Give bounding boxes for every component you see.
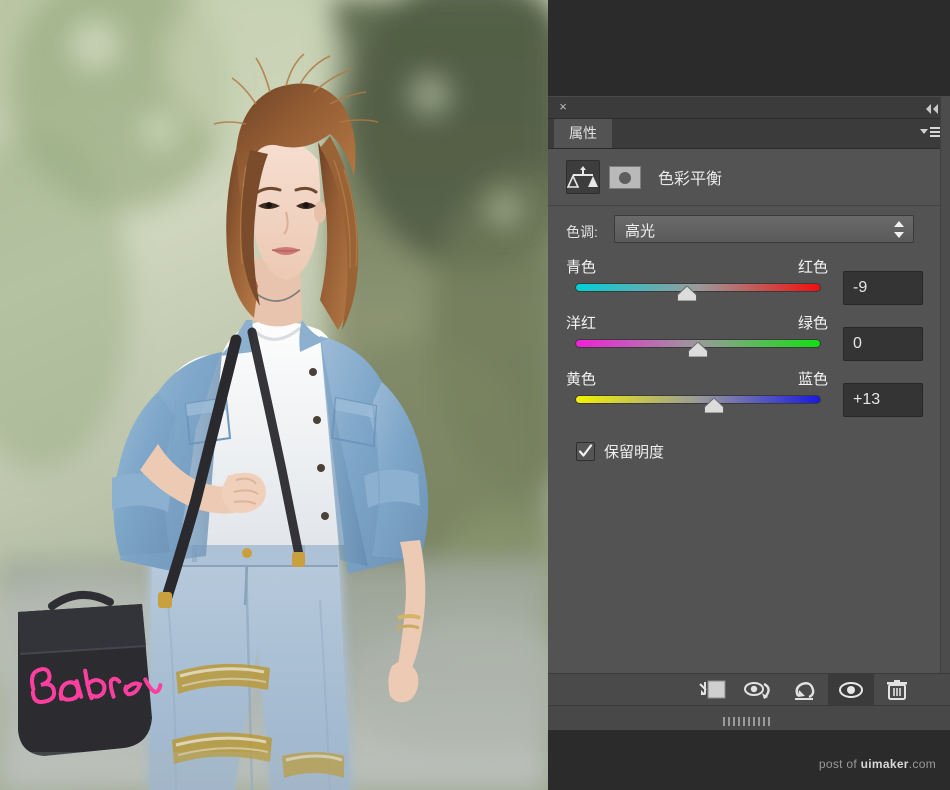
reset-icon[interactable]: [782, 674, 828, 706]
clip-to-layer-icon[interactable]: [690, 674, 736, 706]
slider-right-label: 红色: [797, 259, 828, 276]
close-icon[interactable]: ×: [556, 100, 570, 114]
collapse-panel-icon[interactable]: [923, 102, 941, 114]
layer-mask-thumbnail[interactable]: [609, 166, 641, 189]
slider-value-input[interactable]: +13: [843, 383, 923, 417]
tab-properties[interactable]: 属性: [554, 119, 612, 148]
properties-panel: × 属性 色彩平衡 色调: 高光 青色 红色 -9 洋红 绿色 0 黄色 蓝色 …: [548, 96, 950, 730]
tone-selected-value: 高光: [625, 223, 656, 240]
adjustment-title: 色彩平衡: [658, 171, 723, 188]
slider-right-label: 蓝色: [797, 371, 828, 388]
slider-track[interactable]: [575, 283, 821, 292]
preserve-luminosity-label[interactable]: 保留明度: [604, 441, 664, 462]
slider-left-label: 洋红: [566, 315, 597, 332]
panel-titlebar: ×: [548, 96, 950, 119]
balance-scale-icon[interactable]: [566, 160, 600, 194]
slider-value-input[interactable]: -9: [843, 271, 923, 305]
toggle-visibility-icon[interactable]: [828, 674, 874, 706]
watermark-prefix: post of: [818, 757, 861, 771]
stepper-arrows-icon[interactable]: [894, 221, 904, 238]
panel-tabbar: 属性: [548, 119, 950, 149]
delete-layer-icon[interactable]: [874, 674, 920, 706]
slider-thumb[interactable]: [703, 397, 724, 414]
slider-right-label: 绿色: [797, 315, 828, 332]
slider-left-label: 青色: [566, 259, 597, 276]
panel-resize-gripbar[interactable]: [548, 705, 950, 730]
tone-label: 色调:: [566, 224, 598, 240]
watermark: post of uimaker.com: [819, 757, 936, 771]
panel-footer: [548, 673, 950, 706]
adjustment-header: 色彩平衡: [548, 149, 950, 206]
watermark-brand: uimaker: [860, 757, 909, 771]
photoshop-screenshot: × 属性 色彩平衡 色调: 高光 青色 红色 -9 洋红 绿色 0 黄色 蓝色 …: [0, 0, 950, 790]
preserve-luminosity-checkbox[interactable]: [576, 442, 595, 461]
view-previous-state-icon[interactable]: [736, 674, 782, 706]
photo-illustration: [0, 0, 548, 790]
slider-thumb[interactable]: [688, 341, 708, 358]
tone-select[interactable]: 高光: [614, 215, 914, 243]
slider-magenta-green: 洋红 绿色 0: [548, 310, 950, 366]
mask-dot: [619, 171, 631, 184]
panel-right-divider: [940, 96, 950, 730]
slider-value-input[interactable]: 0: [843, 327, 923, 361]
grip-dots-icon: [723, 713, 775, 726]
slider-track[interactable]: [575, 395, 821, 404]
slider-yellow-blue: 黄色 蓝色 +13: [548, 366, 950, 422]
panel-menu-icon[interactable]: [920, 127, 942, 140]
image-canvas[interactable]: [0, 0, 548, 790]
watermark-suffix: .com: [908, 757, 936, 771]
tone-row: 色调: 高光: [548, 206, 950, 254]
preserve-luminosity-row: 保留明度: [548, 434, 950, 474]
slider-left-label: 黄色: [566, 371, 597, 388]
slider-thumb[interactable]: [676, 285, 697, 302]
slider-cyan-red: 青色 红色 -9: [548, 254, 950, 310]
